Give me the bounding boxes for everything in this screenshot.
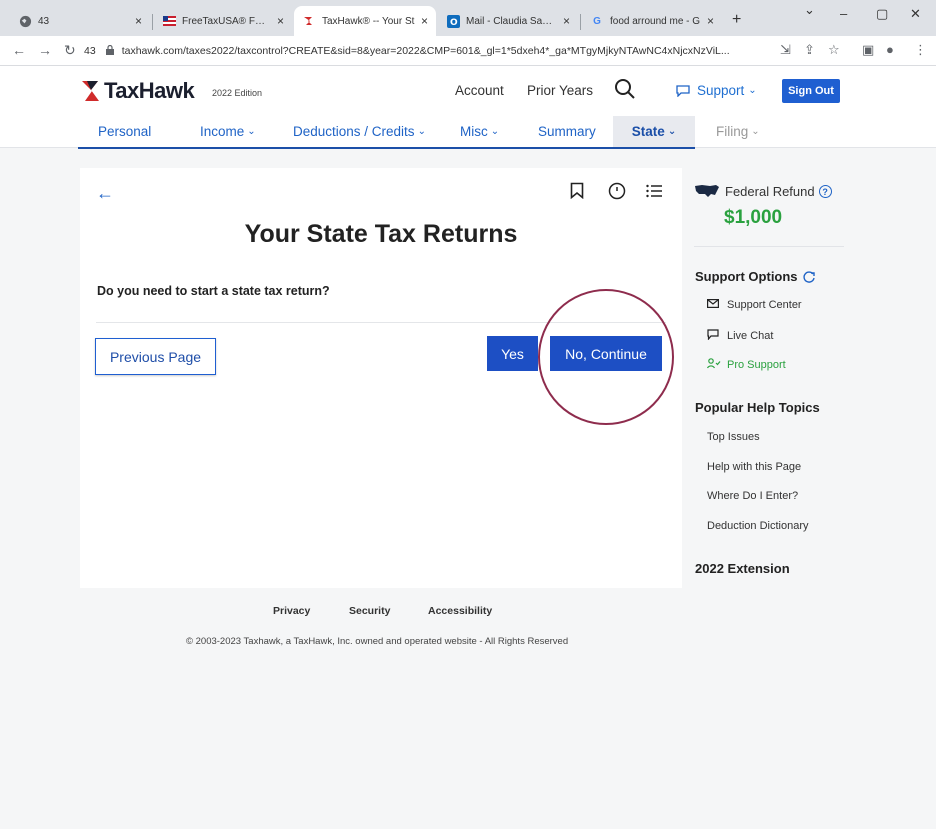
- federal-refund-label: Federal Refund ?: [725, 184, 832, 199]
- help-topic-link[interactable]: Help with this Page: [707, 461, 801, 473]
- share-icon[interactable]: ⇪: [804, 42, 815, 58]
- taxhawk-icon: [302, 14, 316, 28]
- close-window-icon[interactable]: ✕: [910, 6, 921, 22]
- help-topic-link[interactable]: Top Issues: [707, 431, 760, 443]
- nav-deductions-credits[interactable]: Deductions / Credits ⌄: [293, 116, 426, 147]
- close-tab-icon[interactable]: ×: [135, 14, 142, 28]
- copyright-text: © 2003-2023 Taxhawk, a TaxHawk, Inc. own…: [186, 636, 569, 647]
- chevron-down-icon: ⌄: [247, 126, 256, 137]
- outlook-icon: O: [446, 14, 460, 28]
- chevron-down-icon: ⌄: [417, 126, 426, 137]
- browser-tab[interactable]: 43 ×: [10, 6, 150, 36]
- extension-link[interactable]: 2022 Extension: [695, 561, 790, 576]
- bookmark-icon[interactable]: [570, 182, 584, 204]
- svg-text:O: O: [450, 18, 458, 28]
- main-nav: Personal Income ⌄ Deductions / Credits ⌄ M…: [0, 116, 936, 148]
- prior-years-link[interactable]: Prior Years: [527, 83, 593, 98]
- freetaxusa-flag-icon: [162, 14, 176, 28]
- close-tab-icon[interactable]: ×: [277, 14, 284, 28]
- help-topic-link[interactable]: Where Do I Enter?: [707, 490, 798, 502]
- browser-tab-active[interactable]: TaxHawk® -- Your St ×: [294, 6, 436, 36]
- sign-out-button[interactable]: Sign Out: [782, 79, 840, 103]
- google-icon: G: [593, 15, 601, 27]
- side-panel-icon[interactable]: ▣: [862, 42, 874, 58]
- yes-button[interactable]: Yes: [487, 336, 538, 371]
- tab-search-icon[interactable]: ⌄: [804, 2, 815, 18]
- reload-icon[interactable]: ↻: [64, 42, 76, 59]
- help-icon[interactable]: ?: [818, 185, 832, 198]
- usa-map-icon: [694, 183, 720, 204]
- globe-icon: [18, 14, 32, 28]
- browser-tab[interactable]: FreeTaxUSA® FREE Ta ×: [154, 6, 292, 36]
- support-center-link[interactable]: Support Center: [707, 299, 802, 311]
- federal-refund-amount: $1,000: [724, 207, 783, 228]
- maximize-icon[interactable]: ▢: [876, 6, 888, 22]
- taxhawk-logo[interactable]: TaxHawk: [82, 78, 195, 104]
- chevron-down-icon: ⌄: [748, 85, 757, 96]
- timer-icon[interactable]: [608, 182, 626, 205]
- nav-personal[interactable]: Personal: [98, 116, 151, 147]
- minimize-icon[interactable]: –: [840, 6, 847, 21]
- annotation-circle: [538, 289, 674, 425]
- close-tab-icon[interactable]: ×: [563, 14, 570, 28]
- nav-filing[interactable]: Filing ⌄: [716, 116, 760, 147]
- browser-tab[interactable]: O Mail - Claudia Sane - ×: [438, 6, 578, 36]
- popular-help-heading: Popular Help Topics: [695, 400, 820, 415]
- accessibility-link[interactable]: Accessibility: [428, 605, 492, 617]
- search-icon[interactable]: [614, 78, 636, 105]
- help-topic-link[interactable]: Deduction Dictionary: [707, 520, 809, 532]
- chevron-down-icon: ⌄: [490, 126, 500, 137]
- chat-icon: [707, 329, 721, 343]
- chevron-down-icon: ⌄: [667, 126, 677, 137]
- person-check-icon: [706, 358, 721, 372]
- new-tab-button[interactable]: +: [732, 11, 741, 29]
- edition-label: 2022 Edition: [212, 88, 263, 98]
- address-bar: ← → ↻ 43 taxhawk.com/taxes2022/taxcontro…: [0, 36, 936, 66]
- menu-kebab-icon[interactable]: ⋮: [914, 42, 927, 58]
- nav-state[interactable]: State ⌄: [613, 116, 695, 147]
- pro-support-link[interactable]: Pro Support: [706, 358, 786, 372]
- bookmark-star-icon[interactable]: ☆: [828, 42, 840, 58]
- close-tab-icon[interactable]: ×: [707, 14, 714, 28]
- question-text: Do you need to start a state tax return?: [97, 284, 330, 298]
- forward-icon[interactable]: →: [38, 42, 52, 58]
- list-menu-icon[interactable]: [646, 184, 662, 203]
- security-link[interactable]: Security: [349, 605, 390, 617]
- nav-underline: [78, 147, 695, 149]
- nav-summary[interactable]: Summary: [538, 116, 596, 147]
- close-tab-icon[interactable]: ×: [421, 14, 428, 28]
- browser-tabstrip: 43 × FreeTaxUSA® FREE Ta × TaxHawk® -- Y…: [0, 0, 936, 36]
- account-link[interactable]: Account: [455, 83, 504, 98]
- envelope-icon: [707, 299, 721, 311]
- taxhawk-logo-icon: [82, 81, 99, 101]
- site-header: TaxHawk 2022 Edition Account Prior Years…: [0, 66, 936, 116]
- install-icon[interactable]: ⇲: [780, 42, 791, 58]
- browser-tab[interactable]: G food arround me - G ×: [582, 6, 722, 36]
- refresh-icon[interactable]: [802, 270, 816, 284]
- support-options-heading: Support Options: [695, 269, 816, 284]
- support-menu[interactable]: Support ⌄: [676, 83, 757, 98]
- profile-icon[interactable]: ●: [886, 42, 894, 57]
- nav-income[interactable]: Income ⌄: [200, 116, 256, 147]
- chat-bubble-icon: [676, 84, 690, 97]
- chevron-down-icon: ⌄: [751, 126, 760, 137]
- url-field[interactable]: 43 taxhawk.com/taxes2022/taxcontrol?CREA…: [84, 42, 774, 60]
- lock-icon: [105, 44, 114, 57]
- page-title: Your State Tax Returns: [244, 220, 518, 248]
- nav-misc[interactable]: Misc ⌄: [460, 116, 499, 147]
- previous-page-button[interactable]: Previous Page: [95, 338, 216, 375]
- privacy-link[interactable]: Privacy: [273, 605, 310, 617]
- sidebar-divider: [694, 246, 844, 247]
- back-arrow-icon[interactable]: ←: [96, 183, 114, 204]
- live-chat-link[interactable]: Live Chat: [707, 329, 773, 343]
- back-icon[interactable]: ←: [12, 42, 26, 58]
